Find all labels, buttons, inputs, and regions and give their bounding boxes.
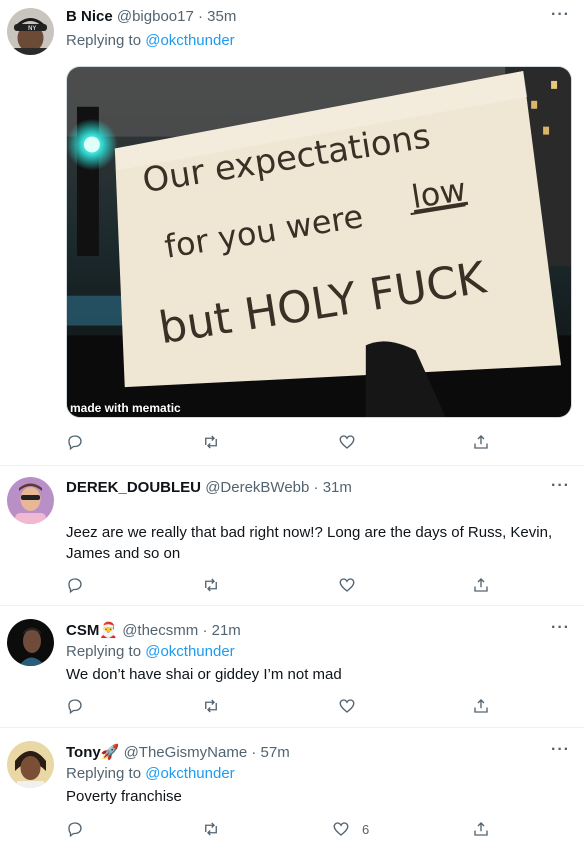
share-icon (474, 822, 488, 836)
tweet-actions (66, 575, 506, 595)
more-icon[interactable]: ··· (551, 741, 570, 759)
display-name[interactable]: CSM🎅 (66, 622, 118, 639)
separator-dot: · (202, 622, 208, 639)
separator-dot: · (251, 744, 257, 761)
separator-dot: · (198, 8, 203, 25)
user-handle[interactable]: @DerekBWebb (205, 479, 309, 496)
display-name[interactable]: Tony🚀 (66, 744, 119, 761)
tweet-1[interactable]: NY B Nice @bigboo17 · 35m ··· Replying t… (0, 0, 584, 466)
user-handle[interactable]: @thecsmm (122, 622, 198, 639)
replying-to: Replying to @okcthunder (66, 643, 235, 660)
like-button[interactable]: 6 (332, 819, 369, 839)
reply-icon (68, 699, 82, 715)
reply-button[interactable] (66, 819, 84, 839)
user-handle[interactable]: @TheGismyName (124, 744, 248, 761)
reply-icon (68, 822, 82, 838)
mention-link[interactable]: @okcthunder (145, 32, 234, 49)
like-count: 6 (362, 821, 370, 837)
retweet-button[interactable] (202, 432, 220, 452)
avatar[interactable]: NY (7, 8, 54, 55)
image-watermark: made with mematic (70, 401, 181, 415)
tweet-text: Jeez are we really that bad right now!? … (66, 524, 553, 562)
tweet-text: Poverty franchise (66, 788, 182, 805)
reply-icon (68, 578, 82, 594)
retweet-icon (205, 822, 217, 836)
mention-link[interactable]: @okcthunder (145, 643, 234, 660)
replying-to: Replying to @okcthunder (66, 32, 235, 49)
share-button[interactable] (472, 432, 490, 452)
share-button[interactable] (472, 819, 490, 839)
timestamp[interactable]: 21m (212, 622, 241, 639)
like-icon (339, 578, 355, 592)
tweet-image[interactable]: Our expectations for you were low but HO… (66, 66, 572, 418)
replying-to-label: Replying to (66, 643, 142, 660)
more-icon[interactable]: ··· (551, 6, 570, 24)
tweet-header: DEREK_DOUBLEU @DerekBWebb · 31m (66, 479, 352, 496)
retweet-icon (205, 578, 217, 592)
timestamp[interactable]: 57m (261, 744, 290, 761)
like-icon (339, 699, 355, 713)
reply-button[interactable] (66, 696, 84, 716)
retweet-button[interactable] (202, 819, 220, 839)
share-button[interactable] (472, 696, 490, 716)
more-icon[interactable]: ··· (551, 477, 570, 495)
tweet-text: We don’t have shai or giddey I’m not mad (66, 666, 342, 683)
tweet-3[interactable]: CSM🎅 @thecsmm · 21m ··· Replying to @okc… (0, 606, 584, 728)
retweet-button[interactable] (202, 696, 220, 716)
share-icon (474, 699, 488, 713)
share-icon (474, 578, 488, 592)
avatar[interactable] (7, 477, 54, 524)
like-button[interactable] (338, 696, 356, 716)
tweet-4[interactable]: Tony🚀 @TheGismyName · 57m ··· Replying t… (0, 728, 584, 852)
more-icon[interactable]: ··· (551, 619, 570, 637)
avatar[interactable] (7, 619, 54, 666)
tweet-2[interactable]: DEREK_DOUBLEU @DerekBWebb · 31m ··· Jeez… (0, 466, 584, 606)
reply-button[interactable] (66, 575, 84, 595)
mention-link[interactable]: @okcthunder (145, 765, 234, 782)
tweet-header: B Nice @bigboo17 · 35m (66, 8, 236, 25)
separator-dot: · (313, 479, 319, 496)
svg-text:NY: NY (28, 25, 36, 32)
timestamp[interactable]: 31m (323, 479, 352, 496)
like-button[interactable] (338, 432, 356, 452)
tweet-actions (66, 432, 506, 452)
replying-to-label: Replying to (66, 32, 142, 49)
retweet-icon (205, 435, 217, 449)
like-icon (339, 435, 355, 449)
avatar[interactable] (7, 741, 54, 788)
timestamp[interactable]: 35m (207, 8, 236, 25)
display-name[interactable]: B Nice (66, 8, 113, 25)
tweet-header: CSM🎅 @thecsmm · 21m (66, 621, 241, 639)
display-name[interactable]: DEREK_DOUBLEU (66, 479, 201, 496)
user-handle[interactable]: @bigboo17 (117, 8, 194, 25)
reply-button[interactable] (66, 432, 84, 452)
tweet-header: Tony🚀 @TheGismyName · 57m (66, 743, 290, 761)
tweet-actions: 6 (66, 819, 506, 839)
tweet-actions (66, 696, 506, 716)
share-icon (474, 435, 488, 449)
share-button[interactable] (472, 575, 490, 595)
replying-to: Replying to @okcthunder (66, 765, 235, 782)
retweet-button[interactable] (202, 575, 220, 595)
like-icon (333, 822, 349, 836)
replying-to-label: Replying to (66, 765, 142, 782)
reply-icon (68, 435, 82, 451)
like-button[interactable] (338, 575, 356, 595)
retweet-icon (205, 699, 217, 713)
